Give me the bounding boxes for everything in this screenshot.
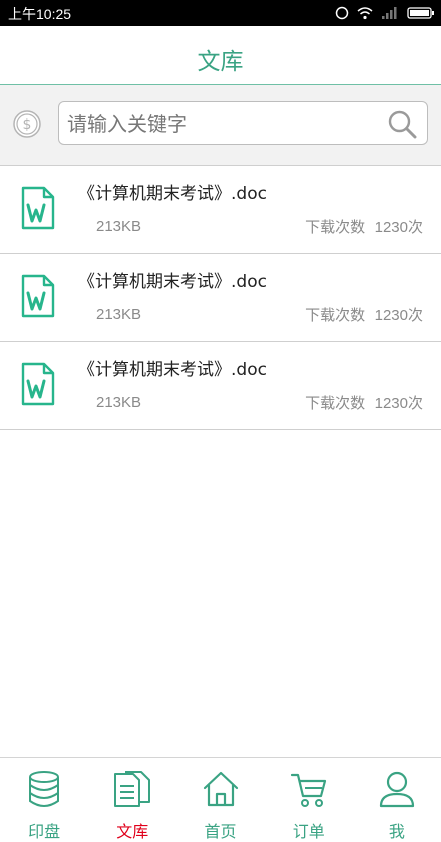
- tab-label: 印盘: [28, 822, 61, 841]
- list-item[interactable]: 《计算机期末考试》.doc 213KB 下载次数 1230次: [0, 166, 441, 254]
- search-box[interactable]: [58, 101, 428, 145]
- document-name: 《计算机期末考试》.doc: [78, 360, 267, 380]
- document-size: 213KB: [96, 218, 142, 235]
- download-count-value: 1230次: [374, 219, 423, 236]
- wifi-icon: [357, 7, 373, 20]
- document-name: 《计算机期末考试》.doc: [78, 184, 267, 204]
- tab-label: 订单: [292, 822, 325, 841]
- database-icon: [29, 771, 60, 807]
- status-bar: 上午10:25: [0, 0, 441, 26]
- word-document-icon: [21, 186, 55, 230]
- tab-label: 我: [388, 822, 405, 841]
- documents-icon: [114, 771, 151, 807]
- tab-orders[interactable]: 订单: [265, 758, 353, 841]
- list-item[interactable]: 《计算机期末考试》.doc 213KB 下载次数 1230次: [0, 254, 441, 342]
- document-name: 《计算机期末考试》.doc: [78, 272, 267, 292]
- svg-text:$: $: [23, 117, 32, 133]
- document-size: 213KB: [96, 394, 142, 411]
- alarm-icon: [335, 6, 349, 20]
- tab-wenku[interactable]: 文库: [88, 758, 176, 841]
- bottom-tab-bar: 印盘 文库 首页 订单 我: [0, 757, 441, 841]
- tab-label: 文库: [116, 822, 149, 841]
- search-bar: $: [0, 85, 441, 166]
- status-icons: [335, 4, 435, 22]
- user-icon: [379, 771, 415, 808]
- search-icon[interactable]: [387, 109, 417, 139]
- battery-icon: [407, 7, 434, 19]
- list-item[interactable]: 《计算机期末考试》.doc 213KB 下载次数 1230次: [0, 342, 441, 430]
- signal-icon: [382, 7, 397, 19]
- tab-yinpan[interactable]: 印盘: [0, 758, 88, 841]
- coin-icon[interactable]: $: [12, 109, 42, 139]
- download-count-value: 1230次: [374, 395, 423, 412]
- app-header: 文库: [0, 26, 441, 85]
- tab-home[interactable]: 首页: [176, 758, 264, 841]
- download-count-value: 1230次: [374, 307, 423, 324]
- tab-label: 首页: [204, 822, 237, 841]
- word-document-icon: [21, 274, 55, 318]
- page-title: 文库: [197, 49, 244, 75]
- word-document-icon: [21, 362, 55, 406]
- document-list: 《计算机期末考试》.doc 213KB 下载次数 1230次 《计算机期末考试》…: [0, 166, 441, 430]
- home-icon: [203, 771, 238, 807]
- status-time: 上午10:25: [8, 6, 72, 22]
- download-count-label: 下载次数: [305, 306, 366, 324]
- cart-icon: [290, 773, 326, 807]
- search-input[interactable]: [65, 108, 379, 140]
- download-count-label: 下载次数: [305, 394, 366, 412]
- tab-me[interactable]: 我: [353, 758, 441, 841]
- document-size: 213KB: [96, 306, 142, 323]
- download-count: 下载次数 1230次: [305, 392, 423, 413]
- download-count-label: 下载次数: [305, 218, 366, 236]
- download-count: 下载次数 1230次: [305, 216, 423, 237]
- download-count: 下载次数 1230次: [305, 304, 423, 325]
